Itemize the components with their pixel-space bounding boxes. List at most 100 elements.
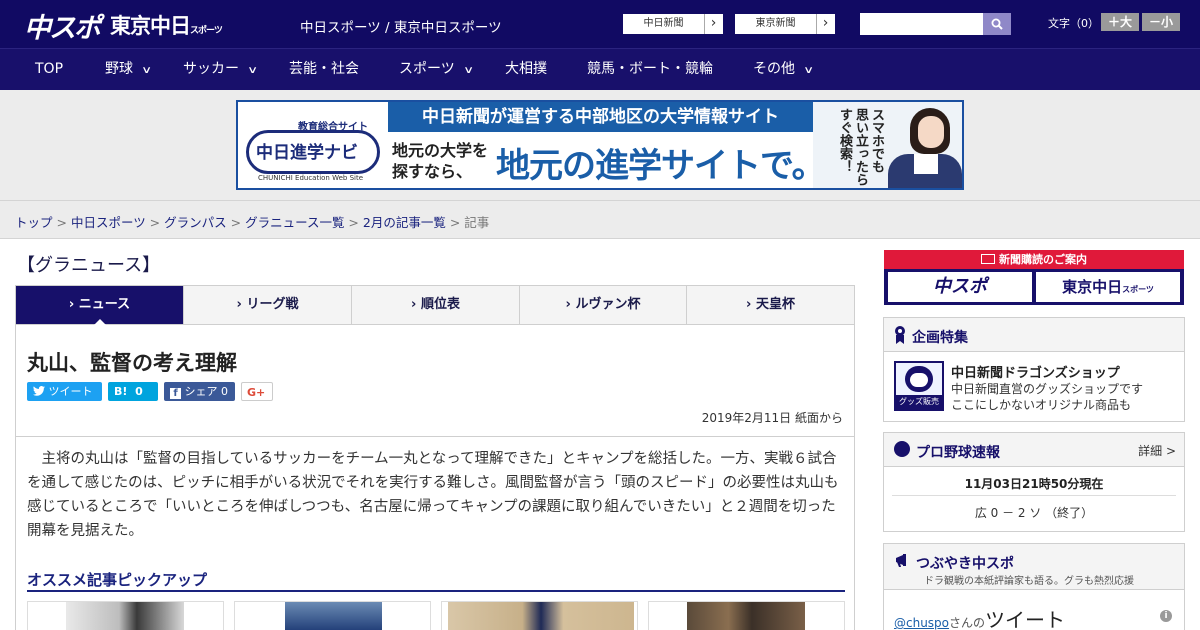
tab-label: 順位表 [420,297,460,312]
chevron-down-icon: ∨ [247,65,259,76]
tab-marker: › [746,297,752,312]
breadcrumb-chuspo[interactable]: 中日スポーツ [71,215,146,230]
pickup-title: オススメ記事ピックアップ [27,571,208,589]
breadcrumb-current: 記事 [464,215,490,230]
tab-news[interactable]: › ニュース [16,286,184,325]
chunichi-shimbun-link[interactable]: 中日新聞 › [622,13,724,35]
subscribe-chuspo-button[interactable]: 中スポ [888,272,1032,302]
info-icon[interactable]: i [1160,610,1172,622]
breadcrumb-feb-list[interactable]: 2月の記事一覧 [363,215,446,230]
global-nav: TOP 野球 ∨ サッカー ∨ 芸能・社会 スポーツ ∨ 大相撲 競馬・ボート・競輪 … [0,48,1200,90]
pickup-thumbnail[interactable] [27,601,224,630]
google-plus-button[interactable]: G+ [241,382,273,401]
twitter-subtitle: ドラ観戦の本紙評論家も語る。グラも熱烈応援 [924,576,1134,587]
site-header: 中スポ 東京中日スポーツ 中日スポーツ / 東京中日スポーツ 中日新聞 › 東京… [0,0,1200,48]
tab-emperors-cup[interactable]: › 天皇杯 [687,286,854,324]
pickup-thumbnail[interactable] [441,601,638,630]
banner-logo-text: 中日進学ナビ [256,143,358,163]
nav-label: 芸能・社会 [289,61,359,77]
shop-desc-line-1: 中日新聞直営のグッズショップです [951,382,1144,396]
breadcrumb-top[interactable]: トップ [15,215,53,230]
pickup-image [285,602,382,630]
twitter-header: つぶやき中スポ ドラ観戦の本紙評論家も語る。グラも熱烈応援 [884,544,1184,590]
subscription-header: 新聞購読のご案内 [884,250,1184,269]
search-button[interactable] [983,13,1011,35]
tab-label: 天皇杯 [755,297,795,312]
tokyo-chunichi-logo-text: 東京中日 [110,14,191,38]
breadcrumb: トップ > 中日スポーツ > グランパス > グラニュース一覧 > 2月の記事一… [15,212,489,231]
twitter-tweet-label: ツイート [985,608,1066,630]
search-input[interactable] [860,13,983,35]
article-date: 2019年2月11日 紙面から [701,411,843,425]
nav-label: その他 [753,61,795,77]
pickup-image [687,602,805,630]
pickup-image [66,602,184,630]
subscribe-tokyo-chunichi-button[interactable]: 東京中日スポーツ [1036,272,1180,302]
tokyo-chunichi-logo[interactable]: 東京中日スポーツ [110,10,223,40]
tab-levain-cup[interactable]: › ルヴァン杯 [520,286,687,324]
facebook-share-count: 0 [221,385,228,398]
pickup-thumbnail[interactable] [234,601,431,630]
tab-label: ニュース [78,297,131,312]
banner-small-text: 地元の大学を 探すなら、 [392,140,488,182]
twitter-user-link[interactable]: @chuspo [894,616,949,630]
chevron-down-icon: ∨ [141,65,153,76]
tab-standings[interactable]: › 順位表 [352,286,520,324]
tab-marker: › [68,297,75,312]
ad-banner-shingaku-navi[interactable]: 教育総合サイト 中日進学ナビ CHUNICHI Education Web Si… [236,100,964,190]
nav-item-sumo[interactable]: 大相撲 [505,49,547,90]
tab-league[interactable]: › リーグ戦 [184,286,352,324]
baseball-icon [894,441,910,457]
tab-label: ルヴァン杯 [575,297,641,312]
hatena-bookmark-button[interactable]: B! 0 [108,382,158,401]
breadcrumb-grampus[interactable]: グランパス [164,215,227,230]
tab-label: リーグ戦 [246,297,299,312]
breadcrumb-bar: トップ > 中日スポーツ > グランパス > グラニュース一覧 > 2月の記事一… [0,200,1200,239]
breadcrumb-gra-news-list[interactable]: グラニュース一覧 [245,215,344,230]
dragons-shop-link[interactable]: 中日新聞ドラゴンズショップ [951,362,1120,381]
font-size-label: 文字（0） [1048,17,1099,30]
dragons-shop-logo[interactable]: グッズ販売中 [894,361,944,420]
section-tabs: › ニュース › リーグ戦 › 順位表 › ルヴァン杯 › 天皇杯 [15,285,855,325]
nav-label: 大相撲 [505,61,547,77]
site-title: 中日スポーツ / 東京中日スポーツ [300,20,502,36]
score-divider [892,495,1176,496]
chevron-down-icon: ∨ [803,65,815,76]
score-timestamp: 11月03日21時50分現在 [964,477,1104,491]
nav-item-sports[interactable]: スポーツ ∨ [399,49,474,90]
feature-box: 企画特集 グッズ販売中 中日新聞ドラゴンズショップ 中日新聞直営のグッズショップ… [883,317,1185,422]
nav-item-others[interactable]: その他 ∨ [753,49,815,90]
nav-label: 野球 [105,61,133,77]
subscribe-tokyo-small: スポーツ [1122,285,1154,294]
nav-label: スポーツ [399,61,455,77]
twitter-icon [33,386,45,396]
breadcrumb-sep: > [145,215,165,230]
nav-item-soccer[interactable]: サッカー ∨ [183,49,259,90]
nav-label: サッカー [183,61,239,77]
tweet-button[interactable]: ツイート [27,382,102,401]
pickup-thumbnail[interactable] [648,601,845,630]
banner-edu-text: CHUNICHI Education Web Site [258,174,364,182]
tokyo-chunichi-logo-small: スポーツ [190,26,223,36]
pickup-image [448,602,634,630]
baseball-detail-link[interactable]: 詳細 > [1138,442,1176,459]
tab-marker: › [236,297,242,312]
font-smaller-button[interactable]: －小 [1142,13,1180,31]
feature-title: 企画特集 [912,330,968,346]
nav-item-entertainment[interactable]: 芸能・社会 [289,49,359,90]
tab-marker: › [411,297,417,312]
shop-tag: グッズ販売中 [896,395,942,420]
score-result[interactable]: 広 0 － 2 ソ （終了） [884,504,1184,521]
search-icon [991,18,1003,30]
chuspo-logo[interactable]: 中スポ [24,6,101,45]
shop-desc-line-2: ここにしかないオリジナル商品も [951,398,1132,412]
banner-small-line-2: 探すなら、 [392,162,473,181]
nav-item-baseball[interactable]: 野球 ∨ [105,49,153,90]
pickup-underline [27,590,845,592]
nav-item-top[interactable]: TOP [35,49,63,90]
nav-item-racing[interactable]: 競馬・ボート・競輪 [587,49,713,90]
tokyo-shimbun-link[interactable]: 東京新聞 › [734,13,836,35]
twitter-user-line: @chuspoさんのツイート [894,604,1065,630]
facebook-share-button[interactable]: f シェア 0 [164,382,235,401]
font-bigger-button[interactable]: ＋大 [1101,13,1139,31]
